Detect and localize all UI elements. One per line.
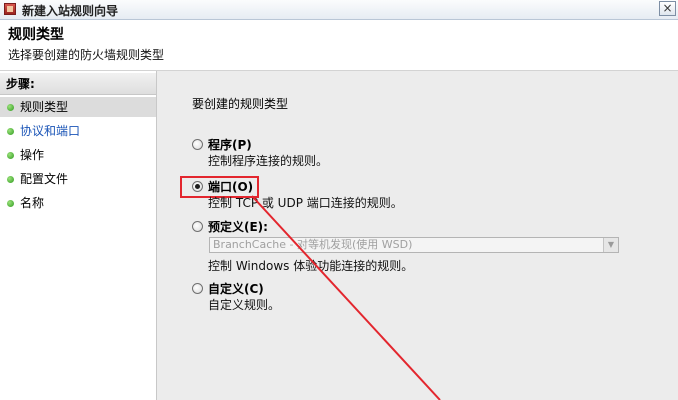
annotation-arrow-icon <box>251 195 441 400</box>
